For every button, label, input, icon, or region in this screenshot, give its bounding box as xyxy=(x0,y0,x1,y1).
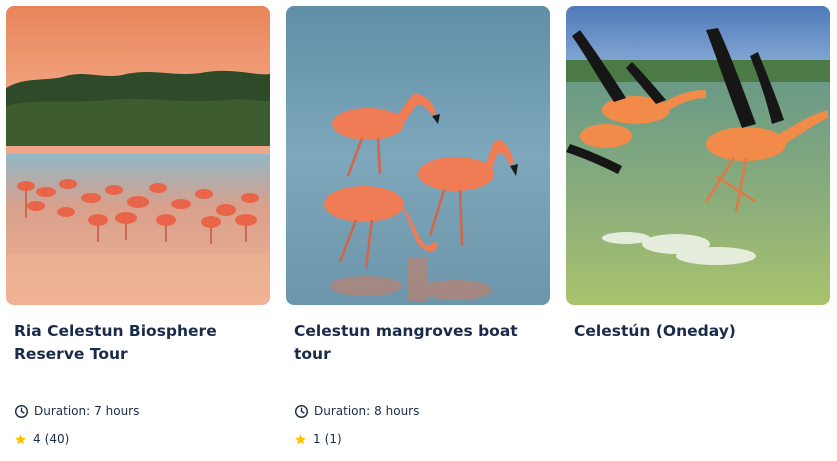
duration-value: 8 hours xyxy=(374,404,420,418)
flamingos-flying-image xyxy=(566,6,830,305)
duration-label: Duration: xyxy=(314,404,371,418)
tour-title[interactable]: Celestun mangroves boat tour xyxy=(294,320,544,366)
tour-rating: 4 (40) xyxy=(14,430,69,448)
flamingo-flock-image xyxy=(6,6,270,305)
tour-photo[interactable] xyxy=(286,6,550,305)
tour-rating: 1 (1) xyxy=(294,430,342,448)
clock-icon xyxy=(294,404,309,418)
star-icon xyxy=(295,433,306,444)
tour-card-list: Ria Celestun Biosphere Reserve Tour Dura… xyxy=(0,0,837,461)
tour-photo[interactable] xyxy=(566,6,830,305)
review-count: (1) xyxy=(324,432,342,446)
rating-value: 4 xyxy=(33,432,41,446)
tour-duration: Duration: 8 hours xyxy=(294,402,419,420)
duration-label: Duration: xyxy=(34,404,91,418)
tour-title[interactable]: Ria Celestun Biosphere Reserve Tour xyxy=(14,320,264,366)
tour-duration: Duration: 7 hours xyxy=(14,402,139,420)
duration-value: 7 hours xyxy=(94,404,140,418)
review-count: (40) xyxy=(44,432,70,446)
tour-card[interactable]: Celestún (Oneday) xyxy=(566,6,830,456)
clock-icon xyxy=(14,404,29,418)
rating-value: 1 xyxy=(313,432,321,446)
flamingos-wading-image xyxy=(286,6,550,305)
star-icon xyxy=(15,433,26,444)
tour-card[interactable]: Ria Celestun Biosphere Reserve Tour Dura… xyxy=(6,6,270,456)
tour-title[interactable]: Celestún (Oneday) xyxy=(574,320,824,343)
tour-card[interactable]: Celestun mangroves boat tour Duration: 8… xyxy=(286,6,550,456)
tour-photo[interactable] xyxy=(6,6,270,305)
